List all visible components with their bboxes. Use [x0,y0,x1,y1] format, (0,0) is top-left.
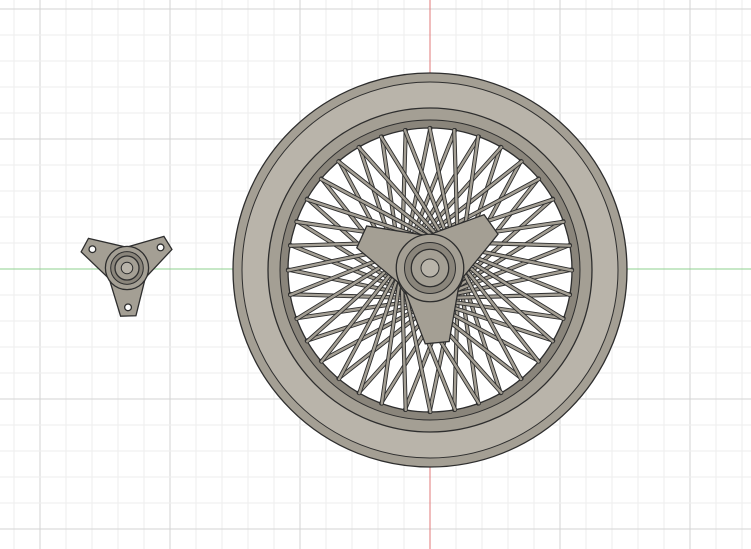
canvas[interactable]: .part { fill:#a49f94; stroke:#2e2e2e; st… [0,0,751,549]
spinner-center-cap [120,261,134,275]
knock-off-spinner[interactable] [80,235,173,317]
spinner-ear-hole [88,245,97,254]
spinner-ear-hole [124,303,133,312]
design-viewport[interactable]: .part { fill:#a49f94; stroke:#2e2e2e; st… [0,0,751,549]
spinner-center-cap [420,258,440,278]
spinner-ear-hole [156,243,165,252]
